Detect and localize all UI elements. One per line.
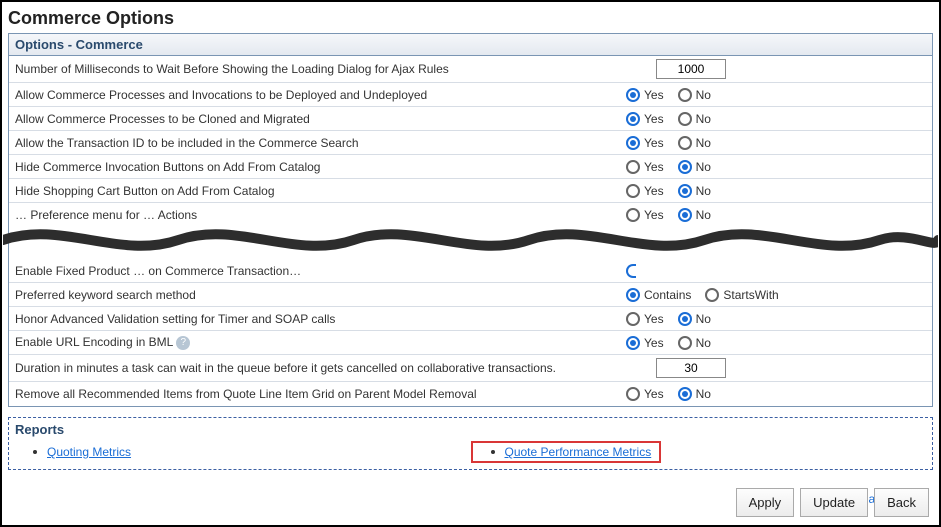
no-label: No (696, 184, 711, 198)
no-radio[interactable] (678, 112, 692, 126)
option-row: Remove all Recommended Items from Quote … (9, 382, 932, 406)
option-label: Number of Milliseconds to Wait Before Sh… (15, 62, 626, 76)
option-row: Preferred keyword search method Contains S… (9, 283, 932, 307)
help-icon[interactable]: ? (176, 336, 190, 350)
yes-label: Yes (644, 136, 664, 150)
no-label: No (696, 88, 711, 102)
yes-radio[interactable] (626, 387, 640, 401)
option-control: Yes No (626, 88, 926, 102)
no-radio[interactable] (678, 312, 692, 326)
option-label: Allow the Transaction ID to be included … (15, 136, 626, 150)
option-row: Duration in minutes a task can wait in t… (9, 355, 932, 382)
yes-radio[interactable] (626, 88, 640, 102)
option-row: Allow the Transaction ID to be included … (9, 131, 932, 155)
reports-panel: Reports Quoting Metrics Quote Performanc… (8, 417, 933, 470)
option-control (626, 59, 926, 79)
option-control: Yes No (626, 136, 926, 150)
option-control: Yes No (626, 336, 926, 350)
yes-label: Yes (644, 336, 664, 350)
quote-performance-metrics-link[interactable]: Quote Performance Metrics (505, 445, 652, 459)
no-label: No (696, 312, 711, 326)
update-button[interactable]: Update (800, 488, 868, 517)
no-label: No (696, 160, 711, 174)
option-control (626, 358, 926, 378)
opt2-radio[interactable] (705, 288, 719, 302)
option-control: Contains StartsWith (626, 288, 926, 302)
option-control: Yes No (626, 184, 926, 198)
option-control: Yes No (626, 160, 926, 174)
back-button[interactable]: Back (874, 488, 929, 517)
option-row: Allow Commerce Processes and Invocations… (9, 83, 932, 107)
option-row: Enable URL Encoding in BML? Yes No (9, 331, 932, 355)
option-row: Honor Advanced Validation setting for Ti… (9, 307, 932, 331)
no-label: No (696, 112, 711, 126)
options-panel-header: Options - Commerce (9, 34, 932, 56)
content-break-wave (9, 226, 932, 260)
yes-radio[interactable] (626, 160, 640, 174)
yes-label: Yes (644, 160, 664, 174)
bullet-icon (33, 450, 37, 454)
yes-radio[interactable] (626, 112, 640, 126)
option-row: Number of Milliseconds to Wait Before Sh… (9, 56, 932, 83)
apply-button[interactable]: Apply (736, 488, 795, 517)
option-label: Honor Advanced Validation setting for Ti… (15, 312, 626, 326)
option-control: Yes No (626, 387, 926, 401)
bullet-icon (491, 450, 495, 454)
yes-label: Yes (644, 88, 664, 102)
option-row: Hide Shopping Cart Button on Add From Ca… (9, 179, 932, 203)
no-label: No (696, 336, 711, 350)
opt1-radio[interactable] (626, 288, 640, 302)
yes-label: Yes (644, 112, 664, 126)
option-label: Duration in minutes a task can wait in t… (15, 361, 626, 375)
yes-label: Yes (644, 184, 664, 198)
quoting-metrics-link[interactable]: Quoting Metrics (47, 445, 131, 459)
no-radio[interactable] (678, 88, 692, 102)
option-label: Hide Shopping Cart Button on Add From Ca… (15, 184, 626, 198)
no-label: No (696, 387, 711, 401)
no-radio[interactable] (678, 160, 692, 174)
option-row: Hide Commerce Invocation Buttons on Add … (9, 155, 932, 179)
no-label: No (696, 136, 711, 150)
option-label: Allow Commerce Processes and Invocations… (15, 88, 626, 102)
button-bar: Apply Update Back (736, 488, 929, 517)
option-label: Allow Commerce Processes to be Cloned an… (15, 112, 626, 126)
yes-label: Yes (644, 387, 664, 401)
reports-header: Reports (15, 420, 926, 441)
yes-radio[interactable] (626, 136, 640, 150)
no-radio[interactable] (678, 387, 692, 401)
opt1-label: Contains (644, 288, 691, 302)
option-label: Hide Commerce Invocation Buttons on Add … (15, 160, 626, 174)
number-input[interactable] (656, 59, 726, 79)
no-radio[interactable] (678, 336, 692, 350)
quote-performance-highlight: Quote Performance Metrics (471, 441, 662, 463)
option-label: Preferred keyword search method (15, 288, 626, 302)
option-control: Yes No (626, 312, 926, 326)
no-radio[interactable] (678, 184, 692, 198)
yes-radio[interactable] (626, 184, 640, 198)
option-label: Enable URL Encoding in BML? (15, 335, 626, 350)
number-input[interactable] (656, 358, 726, 378)
yes-label: Yes (644, 312, 664, 326)
option-row: Allow Commerce Processes to be Cloned an… (9, 107, 932, 131)
no-radio[interactable] (678, 136, 692, 150)
yes-radio[interactable] (626, 336, 640, 350)
option-label: Remove all Recommended Items from Quote … (15, 387, 626, 401)
yes-radio[interactable] (626, 312, 640, 326)
page-title: Commerce Options (8, 6, 933, 31)
options-panel: Options - Commerce Number of Millisecond… (8, 33, 933, 407)
opt2-label: StartsWith (723, 288, 778, 302)
option-control: Yes No (626, 112, 926, 126)
